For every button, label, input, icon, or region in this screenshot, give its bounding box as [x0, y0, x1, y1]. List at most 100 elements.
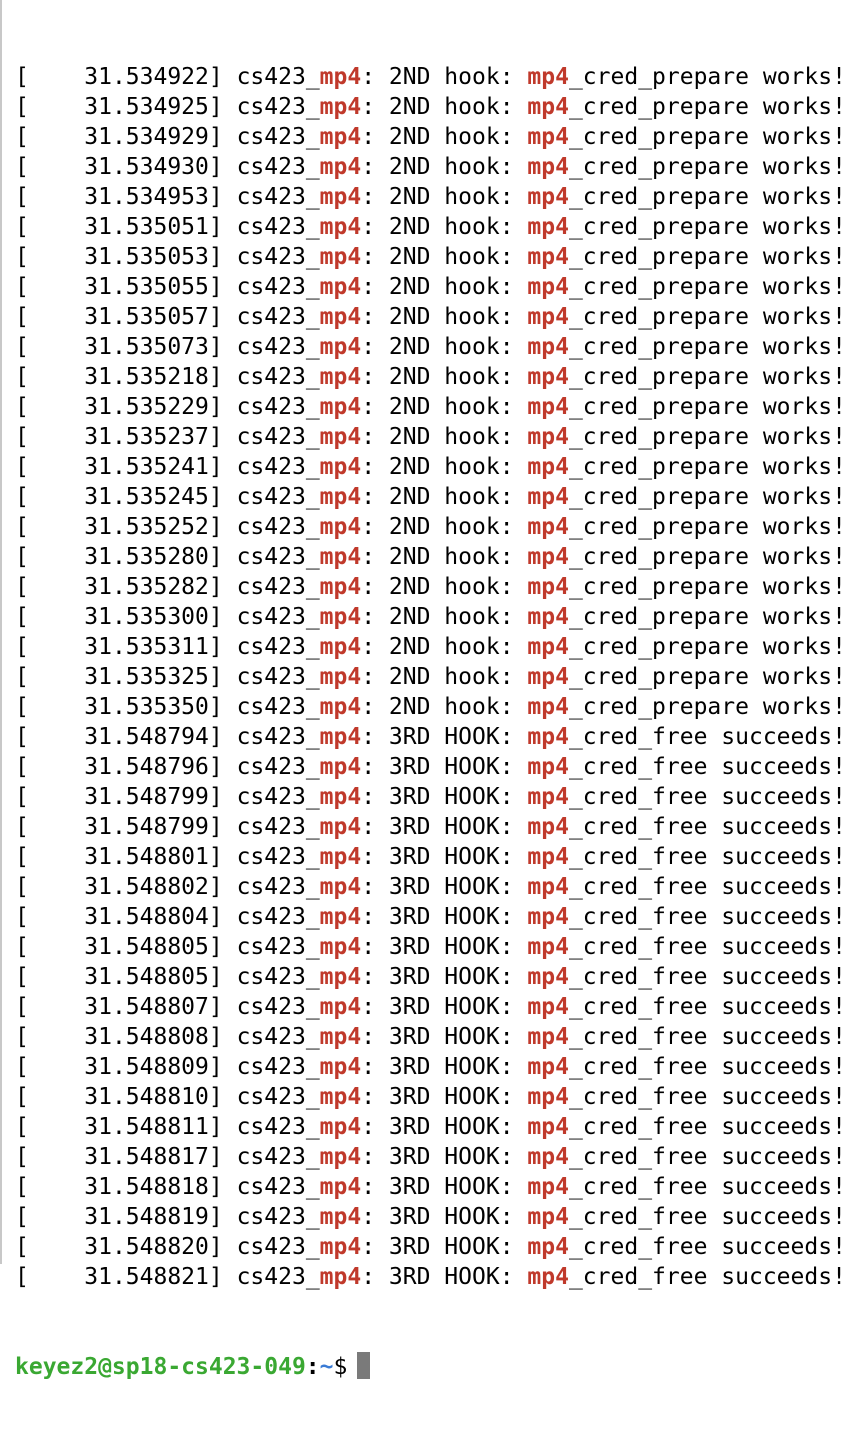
log-module-name: mp4	[319, 154, 362, 180]
log-fn-name: _cred_prepare	[568, 484, 749, 510]
log-module-prefix: cs423_	[236, 1084, 320, 1110]
log-timestamp: 31.548801	[84, 844, 209, 870]
log-hook-label: 3RD HOOK:	[388, 904, 514, 930]
log-fn-prefix: mp4	[527, 544, 569, 570]
log-fn-name: _cred_free	[568, 994, 708, 1020]
log-module-prefix: cs423_	[236, 574, 320, 600]
log-result: works!	[762, 514, 846, 540]
log-line: [ 31.535073] cs423_mp4: 2ND hook: mp4_cr…	[15, 334, 846, 360]
log-timestamp: 31.535245	[84, 484, 209, 510]
log-line: [ 31.548821] cs423_mp4: 3RD HOOK: mp4_cr…	[15, 1264, 846, 1290]
log-fn-prefix: mp4	[527, 304, 569, 330]
log-module-prefix: cs423_	[236, 394, 320, 420]
log-timestamp: 31.548809	[84, 1054, 209, 1080]
log-fn-name: _cred_prepare	[568, 124, 749, 150]
log-hook-label: 2ND hook:	[388, 694, 514, 720]
log-module-name: mp4	[319, 694, 362, 720]
terminal-window[interactable]: [ 31.534922] cs423_mp4: 2ND hook: mp4_cr…	[0, 0, 858, 1380]
log-hook-label: 2ND hook:	[388, 244, 514, 270]
log-line: [ 31.548807] cs423_mp4: 3RD HOOK: mp4_cr…	[15, 994, 846, 1020]
log-fn-name: _cred_free	[568, 814, 708, 840]
log-result: works!	[762, 574, 846, 600]
log-module-prefix: cs423_	[236, 514, 320, 540]
log-fn-prefix: mp4	[527, 1054, 569, 1080]
log-module-name: mp4	[319, 124, 362, 150]
log-result: works!	[762, 694, 846, 720]
log-line: [ 31.548818] cs423_mp4: 3RD HOOK: mp4_cr…	[15, 1174, 846, 1200]
prompt-symbol: $	[333, 1354, 348, 1380]
log-result: succeeds!	[721, 844, 846, 870]
log-fn-name: _cred_prepare	[568, 604, 749, 630]
log-fn-prefix: mp4	[527, 964, 569, 990]
log-module-prefix: cs423_	[236, 874, 320, 900]
log-timestamp: 31.548817	[84, 1144, 209, 1170]
log-module-name: mp4	[319, 184, 362, 210]
log-timestamp: 31.548808	[84, 1024, 209, 1050]
log-line: [ 31.548799] cs423_mp4: 3RD HOOK: mp4_cr…	[15, 814, 846, 840]
log-result: works!	[762, 484, 846, 510]
log-module-name: mp4	[319, 1054, 362, 1080]
log-module-prefix: cs423_	[236, 1114, 320, 1140]
log-result: succeeds!	[721, 1084, 846, 1110]
log-module-prefix: cs423_	[236, 1054, 320, 1080]
prompt-separator: :	[305, 1354, 320, 1380]
log-timestamp: 31.548805	[84, 934, 209, 960]
log-hook-label: 2ND hook:	[388, 424, 514, 450]
log-result: works!	[762, 424, 846, 450]
log-fn-prefix: mp4	[527, 334, 569, 360]
log-result: works!	[762, 634, 846, 660]
log-fn-prefix: mp4	[527, 484, 569, 510]
log-fn-prefix: mp4	[527, 454, 569, 480]
log-fn-name: _cred_free	[568, 784, 708, 810]
log-result: succeeds!	[721, 1234, 846, 1260]
log-hook-label: 3RD HOOK:	[388, 1084, 514, 1110]
log-hook-label: 3RD HOOK:	[388, 754, 514, 780]
log-fn-name: _cred_free	[568, 1054, 708, 1080]
log-result: works!	[762, 244, 846, 270]
log-module-prefix: cs423_	[236, 1234, 320, 1260]
log-module-prefix: cs423_	[236, 244, 320, 270]
log-timestamp: 31.548799	[84, 784, 209, 810]
log-timestamp: 31.548799	[84, 814, 209, 840]
log-module-name: mp4	[319, 1114, 362, 1140]
log-result: succeeds!	[721, 874, 846, 900]
log-fn-prefix: mp4	[527, 1144, 569, 1170]
log-fn-prefix: mp4	[527, 844, 569, 870]
log-module-name: mp4	[319, 424, 362, 450]
log-result: works!	[762, 214, 846, 240]
log-fn-prefix: mp4	[527, 274, 569, 300]
log-hook-label: 2ND hook:	[388, 64, 514, 90]
log-line: [ 31.548804] cs423_mp4: 3RD HOOK: mp4_cr…	[15, 904, 846, 930]
log-result: succeeds!	[721, 934, 846, 960]
log-result: succeeds!	[721, 994, 846, 1020]
log-hook-label: 2ND hook:	[388, 634, 514, 660]
log-result: works!	[762, 454, 846, 480]
log-line: [ 31.548820] cs423_mp4: 3RD HOOK: mp4_cr…	[15, 1234, 846, 1260]
log-result: succeeds!	[721, 814, 846, 840]
log-result: works!	[762, 64, 846, 90]
log-module-name: mp4	[319, 934, 362, 960]
log-line: [ 31.548819] cs423_mp4: 3RD HOOK: mp4_cr…	[15, 1204, 846, 1230]
log-module-name: mp4	[319, 994, 362, 1020]
log-fn-name: _cred_prepare	[568, 184, 749, 210]
log-fn-prefix: mp4	[527, 1024, 569, 1050]
log-module-prefix: cs423_	[236, 724, 320, 750]
log-timestamp: 31.535055	[84, 274, 209, 300]
log-timestamp: 31.535282	[84, 574, 209, 600]
log-hook-label: 2ND hook:	[388, 574, 514, 600]
log-module-name: mp4	[319, 514, 362, 540]
log-fn-name: _cred_prepare	[568, 634, 749, 660]
log-line: [ 31.535241] cs423_mp4: 2ND hook: mp4_cr…	[15, 454, 846, 480]
log-line: [ 31.535245] cs423_mp4: 2ND hook: mp4_cr…	[15, 484, 846, 510]
log-timestamp: 31.535325	[84, 664, 209, 690]
log-module-prefix: cs423_	[236, 634, 320, 660]
log-result: works!	[762, 664, 846, 690]
log-module-prefix: cs423_	[236, 1024, 320, 1050]
log-line: [ 31.535280] cs423_mp4: 2ND hook: mp4_cr…	[15, 544, 846, 570]
prompt-path: ~	[319, 1354, 334, 1380]
log-module-prefix: cs423_	[236, 1174, 320, 1200]
shell-prompt[interactable]: keyez2@sp18-cs423-049:~$	[15, 1352, 846, 1382]
log-fn-prefix: mp4	[527, 1114, 569, 1140]
log-fn-name: _cred_prepare	[568, 544, 749, 570]
log-line: [ 31.534953] cs423_mp4: 2ND hook: mp4_cr…	[15, 184, 846, 210]
